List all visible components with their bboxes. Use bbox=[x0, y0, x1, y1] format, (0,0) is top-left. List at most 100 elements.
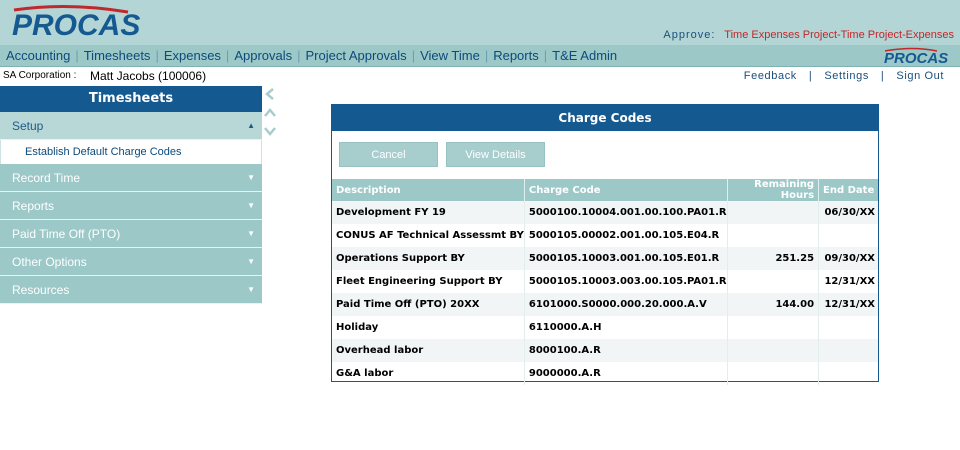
sidebar-collapse-control bbox=[263, 86, 277, 142]
cell-description: Paid Time Off (PTO) 20XX bbox=[332, 293, 525, 316]
cell-remaining-hours bbox=[726, 316, 819, 339]
table-row[interactable]: G&A labor 9000000.A.R bbox=[332, 362, 878, 385]
sidebar-item-label: Setup bbox=[12, 119, 44, 133]
cell-remaining-hours bbox=[726, 270, 819, 293]
cancel-button[interactable]: Cancel bbox=[339, 142, 438, 167]
approve-time-link[interactable]: Time bbox=[724, 29, 748, 41]
table-row[interactable]: Paid Time Off (PTO) 20XX 6101000.S0000.0… bbox=[332, 293, 878, 316]
approve-project-time-link[interactable]: Project-Time bbox=[803, 29, 865, 41]
cell-remaining-hours: 251.25 bbox=[726, 247, 819, 270]
cell-charge-code: 5000105.10003.001.00.105.E01.R bbox=[523, 247, 728, 270]
cell-description: Development FY 19 bbox=[332, 201, 525, 224]
chevron-down-icon: ▼ bbox=[247, 201, 255, 210]
cell-description: CONUS AF Technical Assessmt BY bbox=[336, 230, 524, 241]
column-header-description[interactable]: Description bbox=[332, 179, 525, 201]
nav-accounting[interactable]: Accounting bbox=[6, 48, 70, 63]
collapse-down-icon[interactable] bbox=[264, 127, 276, 136]
chevron-down-icon: ▼ bbox=[247, 257, 255, 266]
approve-expenses-link[interactable]: Expenses bbox=[751, 29, 799, 41]
cell-charge-code: 8000100.A.R bbox=[523, 339, 728, 362]
user-bar: SA Corporation : Matt Jacobs (100006) Fe… bbox=[0, 68, 960, 86]
sidebar: Timesheets Setup ▲ Establish Default Cha… bbox=[0, 86, 262, 304]
nav-procas-logo: PROCAS bbox=[882, 47, 952, 69]
procas-logo[interactable]: PROCAS bbox=[8, 4, 178, 40]
cell-end-date: 12/31/XX bbox=[818, 270, 878, 293]
utility-links: Feedback | Settings | Sign Out bbox=[743, 70, 944, 82]
panel-title: Charge Codes bbox=[332, 105, 878, 131]
cell-charge-code: 6101000.S0000.000.20.000.A.V bbox=[523, 293, 728, 316]
cell-remaining-hours bbox=[726, 224, 819, 247]
cell-end-date: 06/30/XX bbox=[818, 201, 878, 224]
cell-end-date: 09/30/XX bbox=[818, 247, 878, 270]
chevron-down-icon: ▼ bbox=[247, 285, 255, 294]
cell-end-date bbox=[818, 339, 878, 362]
cell-description: Holiday bbox=[336, 322, 379, 333]
cell-description: Operations Support BY bbox=[332, 247, 525, 270]
sidebar-item-label: Reports bbox=[12, 199, 55, 213]
cell-end-date bbox=[818, 362, 878, 385]
table-row[interactable]: Fleet Engineering Support BY 5000105.100… bbox=[332, 270, 878, 293]
settings-link[interactable]: Settings bbox=[824, 70, 869, 82]
sidebar-item-resources[interactable]: Resources ▼ bbox=[0, 276, 262, 304]
nav-te-admin[interactable]: T&E Admin bbox=[552, 48, 617, 63]
sidebar-item-setup[interactable]: Setup ▲ bbox=[0, 112, 262, 140]
cell-description: G&A labor bbox=[336, 368, 394, 379]
nav-timesheets[interactable]: Timesheets bbox=[84, 48, 151, 63]
collapse-up-icon[interactable] bbox=[264, 108, 276, 117]
cell-charge-code: 5000100.10004.001.00.100.PA01.R bbox=[523, 201, 728, 224]
collapse-left-icon[interactable] bbox=[265, 88, 274, 100]
column-header-remaining-hours[interactable]: Remaining Hours bbox=[726, 179, 819, 201]
cell-remaining-hours bbox=[726, 339, 819, 362]
nav-expenses[interactable]: Expenses bbox=[164, 48, 221, 63]
column-header-end-date[interactable]: End Date bbox=[818, 179, 878, 201]
sidebar-item-pto[interactable]: Paid Time Off (PTO) ▼ bbox=[0, 220, 262, 248]
table-row[interactable]: Operations Support BY 5000105.10003.001.… bbox=[332, 247, 878, 270]
sidebar-item-label: Paid Time Off (PTO) bbox=[12, 227, 121, 241]
main-nav: Accounting | Timesheets | Expenses | Approvals… bbox=[0, 45, 960, 67]
sign-out-link[interactable]: Sign Out bbox=[896, 70, 944, 82]
cell-end-date bbox=[818, 224, 878, 247]
corporation-label: SA Corporation : bbox=[3, 70, 77, 81]
nav-logo-text: PROCAS bbox=[884, 50, 948, 65]
establish-default-charge-codes-link[interactable]: Establish Default Charge Codes bbox=[0, 140, 262, 164]
table-row[interactable]: Overhead labor 8000100.A.R bbox=[332, 339, 878, 362]
cell-end-date: 12/31/XX bbox=[818, 293, 878, 316]
feedback-link[interactable]: Feedback bbox=[744, 70, 797, 82]
cell-end-date bbox=[818, 316, 878, 339]
table-header-row: Description Charge Code Remaining Hours … bbox=[332, 179, 878, 201]
nav-project-approvals[interactable]: Project Approvals bbox=[306, 48, 407, 63]
cell-description: Overhead labor bbox=[332, 339, 525, 362]
chevron-up-icon: ▲ bbox=[247, 121, 255, 130]
user-name: Matt Jacobs (100006) bbox=[90, 69, 207, 83]
approve-label: Approve: bbox=[663, 29, 716, 41]
view-details-button[interactable]: View Details bbox=[446, 142, 545, 167]
cell-remaining-hours bbox=[726, 362, 819, 385]
sidebar-item-label: Resources bbox=[12, 283, 70, 297]
cell-remaining-hours bbox=[726, 201, 819, 224]
table-row[interactable]: Holiday 6110000.A.H bbox=[332, 316, 878, 339]
charge-codes-panel: Charge Codes Cancel View Details Descrip… bbox=[331, 104, 879, 385]
cell-charge-code: 5000105.00002.001.00.105.E04.R bbox=[523, 224, 728, 247]
sidebar-item-label: Record Time bbox=[12, 171, 81, 185]
nav-view-time[interactable]: View Time bbox=[420, 48, 480, 63]
approve-project-expenses-link[interactable]: Project-Expenses bbox=[868, 29, 954, 41]
chevron-down-icon: ▼ bbox=[247, 173, 255, 182]
cell-charge-code: 9000000.A.R bbox=[523, 362, 728, 385]
cell-description: Fleet Engineering Support BY bbox=[336, 276, 503, 287]
column-header-charge-code[interactable]: Charge Code bbox=[523, 179, 728, 201]
nav-reports[interactable]: Reports bbox=[493, 48, 539, 63]
sidebar-item-record-time[interactable]: Record Time ▼ bbox=[0, 164, 262, 192]
cell-charge-code: 5000105.10003.003.00.105.PA01.R bbox=[523, 270, 728, 293]
table-row[interactable]: CONUS AF Technical Assessmt BY 5000105.0… bbox=[332, 224, 878, 247]
app-header: PROCAS Approve: Time Expenses Project-Ti… bbox=[0, 0, 960, 45]
cell-charge-code: 6110000.A.H bbox=[523, 316, 728, 339]
logo-text: PROCAS bbox=[12, 9, 140, 40]
sidebar-item-other-options[interactable]: Other Options ▼ bbox=[0, 248, 262, 276]
charge-codes-table: Description Charge Code Remaining Hours … bbox=[332, 179, 878, 385]
sidebar-item-reports[interactable]: Reports ▼ bbox=[0, 192, 262, 220]
table-row[interactable]: Development FY 19 5000100.10004.001.00.1… bbox=[332, 201, 878, 224]
nav-approvals[interactable]: Approvals bbox=[234, 48, 292, 63]
sidebar-title: Timesheets bbox=[0, 86, 262, 112]
chevron-down-icon: ▼ bbox=[247, 229, 255, 238]
sidebar-item-label: Other Options bbox=[12, 255, 87, 269]
